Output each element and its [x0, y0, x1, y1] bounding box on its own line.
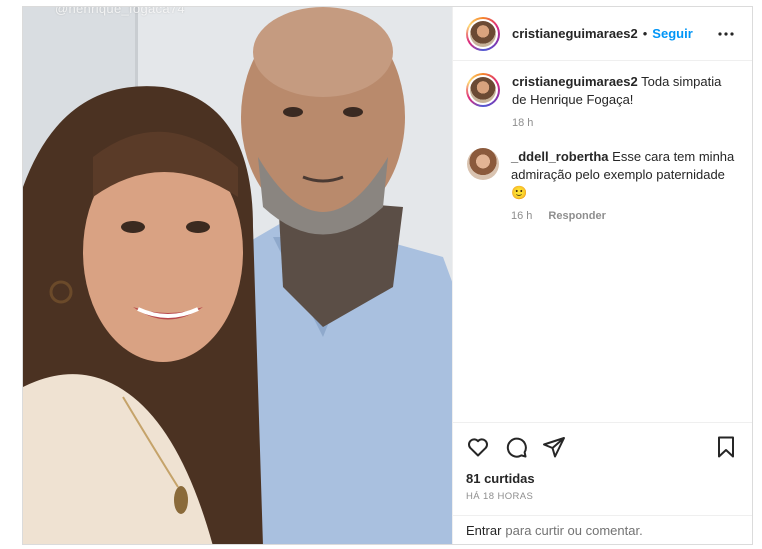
commenter-avatar[interactable] — [467, 148, 499, 180]
comment-time[interactable]: 16 h — [511, 207, 532, 225]
login-prompt: Entrar para curtir ou comentar. — [453, 515, 752, 544]
photo-illustration — [23, 7, 452, 544]
author-avatar[interactable] — [466, 16, 500, 51]
caption-time[interactable]: 18 h — [512, 114, 533, 132]
post-side-panel: cristianeguimaraes2 • Seguir cristianegu… — [452, 7, 752, 544]
share-icon[interactable] — [542, 435, 566, 459]
instagram-post-embed: @henrique_fogaca74 cristianeguimaraes2 •… — [22, 6, 753, 545]
caption-username[interactable]: cristianeguimaraes2 — [512, 74, 638, 89]
author-username[interactable]: cristianeguimaraes2 — [512, 26, 638, 41]
reply-button[interactable]: Responder — [548, 207, 605, 225]
heart-icon[interactable] — [466, 435, 490, 459]
post-timestamp[interactable]: HÁ 18 HORAS — [466, 491, 738, 502]
action-bar — [466, 423, 738, 467]
caption: cristianeguimaraes2 Toda simpatia de Hen… — [466, 73, 738, 132]
comment-icon[interactable] — [504, 435, 528, 459]
comment-username[interactable]: _ddell_robertha — [511, 149, 609, 164]
login-link[interactable]: Entrar — [466, 523, 501, 538]
caption-avatar[interactable] — [466, 73, 500, 107]
bookmark-icon[interactable] — [714, 435, 738, 459]
photo-watermark: @henrique_fogaca74 — [55, 7, 185, 16]
follow-button[interactable]: Seguir — [652, 26, 692, 41]
comments-list: cristianeguimaraes2 Toda simpatia de Hen… — [453, 61, 752, 422]
post-header: cristianeguimaraes2 • Seguir — [453, 7, 752, 61]
post-actions-area: 81 curtidas HÁ 18 HORAS — [453, 422, 752, 515]
likes-count[interactable]: 81 curtidas — [466, 471, 738, 486]
header-separator: • — [642, 26, 648, 41]
more-horizontal-icon[interactable] — [714, 22, 738, 46]
post-photo[interactable]: @henrique_fogaca74 — [23, 7, 452, 544]
login-prompt-text: para curtir ou comentar. — [505, 522, 643, 538]
list-item: _ddell_robertha Esse cara tem minha admi… — [466, 148, 738, 225]
